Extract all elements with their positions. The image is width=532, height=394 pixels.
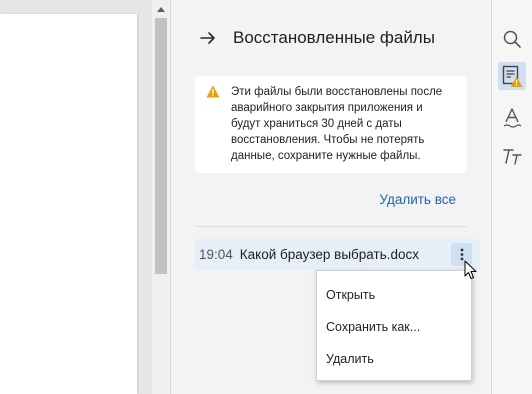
scroll-up-arrow-icon[interactable]: [152, 2, 170, 16]
file-context-menu: Открыть Сохранить как... Удалить: [316, 270, 472, 381]
font-icon: [503, 149, 522, 165]
right-toolbar: [492, 0, 532, 394]
document-canvas[interactable]: [0, 0, 152, 394]
file-name: Какой браузер выбрать.docx: [239, 247, 419, 262]
text-style-icon: [503, 108, 522, 128]
menu-item-delete[interactable]: Удалить: [317, 345, 471, 377]
mouse-cursor-icon: [464, 260, 477, 279]
separator: [195, 226, 467, 227]
search-tool[interactable]: [498, 25, 526, 53]
search-icon: [503, 30, 521, 48]
recovered-files-tool[interactable]: [498, 62, 526, 90]
vertical-dots-icon: [460, 248, 463, 261]
vertical-scrollbar[interactable]: [152, 0, 170, 394]
menu-item-open[interactable]: Открыть: [317, 281, 471, 313]
recovery-notice: Эти файлы были восстановлены после авари…: [195, 76, 467, 173]
arrow-right-icon[interactable]: [199, 29, 217, 47]
panel-title: Восстановленные файлы: [233, 28, 435, 47]
warning-icon: [206, 85, 220, 98]
recovered-file-item[interactable]: 19:04 Какой браузер выбрать.docx: [195, 239, 480, 270]
menu-item-save-as[interactable]: Сохранить как...: [317, 313, 471, 345]
delete-all-link[interactable]: Удалить все: [379, 192, 456, 207]
text-style-tool[interactable]: [498, 104, 526, 132]
font-tool[interactable]: [498, 142, 526, 170]
file-time: 19:04: [199, 247, 233, 262]
panel-header: Восстановленные файлы: [199, 28, 435, 48]
scroll-thumb[interactable]: [155, 18, 167, 274]
notice-text: Эти файлы были восстановлены после авари…: [231, 86, 443, 162]
document-page[interactable]: [0, 14, 137, 394]
recovered-files-icon: [502, 65, 523, 87]
